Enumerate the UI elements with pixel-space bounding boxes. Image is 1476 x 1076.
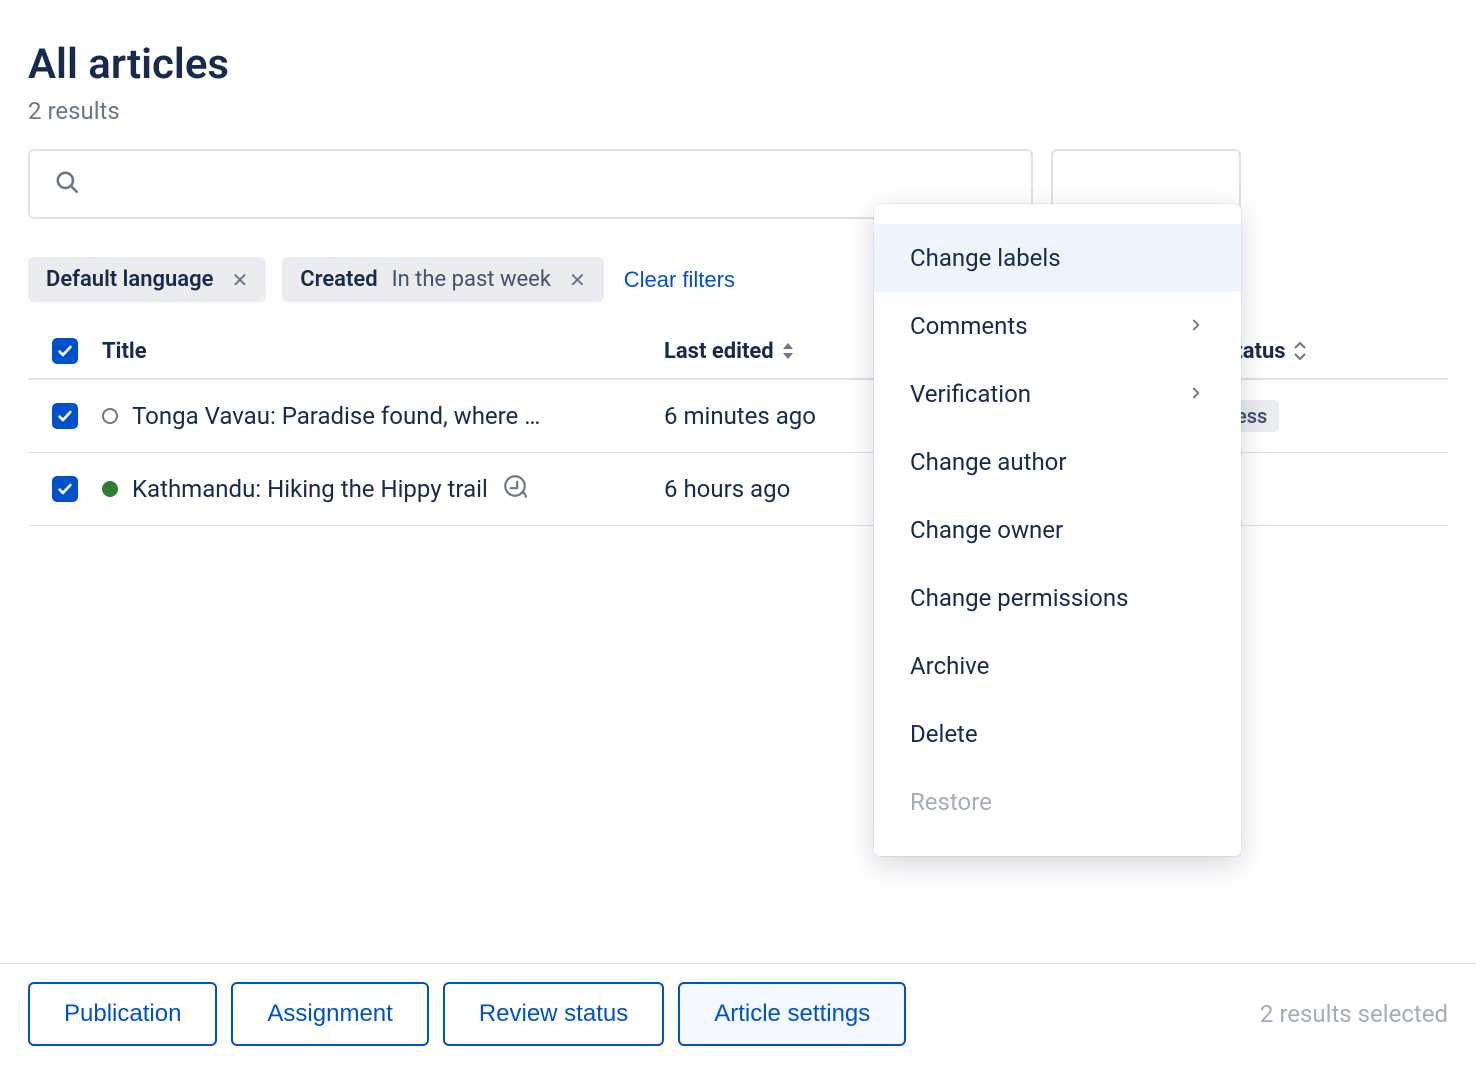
column-header-title[interactable]: Title [102, 339, 664, 364]
filter-chip-default-language[interactable]: Default language ✕ [28, 257, 266, 302]
article-title[interactable]: Kathmandu: Hiking the Hippy trail [132, 475, 488, 503]
menu-item-label: Restore [910, 788, 992, 816]
page-title: All articles [28, 40, 1448, 89]
menu-item-label: Change author [910, 448, 1066, 476]
filter-chip-label: Default language [46, 267, 213, 292]
search-input[interactable] [94, 170, 1007, 198]
menu-item-restore: Restore [874, 768, 1241, 836]
row-checkbox[interactable] [52, 476, 78, 502]
bulk-action-bar: PublicationAssignmentReview statusArticl… [0, 963, 1476, 1076]
menu-item-label: Change labels [910, 244, 1061, 272]
filter-chip-created[interactable]: Created In the past week ✕ [282, 257, 604, 302]
close-icon[interactable]: ✕ [569, 268, 586, 292]
review-status-button[interactable]: Review status [443, 982, 664, 1046]
select-all-checkbox[interactable] [52, 338, 78, 364]
menu-item-verification[interactable]: Verification [874, 360, 1241, 428]
assignment-button[interactable]: Assignment [231, 982, 428, 1046]
menu-item-change-labels[interactable]: Change labels [874, 224, 1241, 292]
article-settings-button[interactable]: Article settings [678, 982, 906, 1046]
row-checkbox[interactable] [52, 403, 78, 429]
menu-item-label: Change owner [910, 516, 1063, 544]
menu-item-label: Delete [910, 720, 978, 748]
menu-item-label: Comments [910, 312, 1028, 340]
menu-item-delete[interactable]: Delete [874, 700, 1241, 768]
search-icon [54, 169, 80, 199]
column-header-label: Last edited [664, 339, 774, 364]
chevron-right-icon [1187, 312, 1205, 340]
publication-button[interactable]: Publication [28, 982, 217, 1046]
menu-item-archive[interactable]: Archive [874, 632, 1241, 700]
chevron-right-icon [1187, 380, 1205, 408]
menu-item-label: Archive [910, 652, 989, 680]
column-header-status[interactable]: status [1224, 339, 1424, 364]
menu-item-comments[interactable]: Comments [874, 292, 1241, 360]
selected-count: 2 results selected [1260, 1000, 1448, 1028]
menu-item-label: Change permissions [910, 584, 1128, 612]
filter-chip-value: In the past week [392, 267, 551, 292]
article-settings-menu: Change labels Comments Verification Change … [874, 204, 1241, 856]
menu-item-change-permissions[interactable]: Change permissions [874, 564, 1241, 632]
status-dot-icon [102, 408, 118, 424]
sort-icon [780, 341, 796, 361]
menu-item-label: Verification [910, 380, 1031, 408]
menu-item-change-author[interactable]: Change author [874, 428, 1241, 496]
sort-icon [1292, 341, 1308, 361]
linked-doc-icon [502, 473, 528, 505]
filter-chip-label: Created [300, 267, 377, 292]
clear-filters-button[interactable]: Clear filters [620, 259, 739, 301]
menu-item-change-owner[interactable]: Change owner [874, 496, 1241, 564]
results-count: 2 results [28, 97, 1448, 125]
article-title[interactable]: Tonga Vavau: Paradise found, where … [132, 402, 540, 430]
status-dot-icon [102, 481, 118, 497]
close-icon[interactable]: ✕ [231, 268, 248, 292]
